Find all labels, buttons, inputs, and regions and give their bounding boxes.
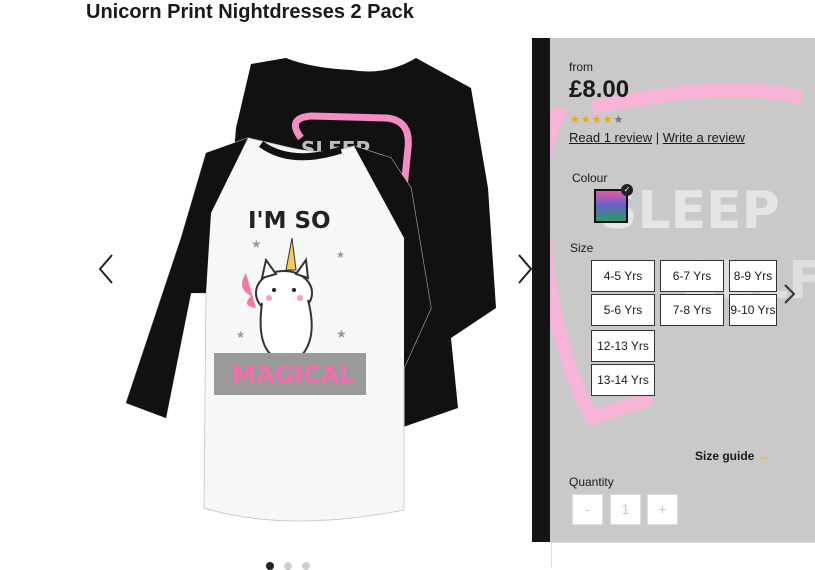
quantity-increase-button[interactable]: +: [647, 494, 678, 525]
gallery-dot[interactable]: [266, 562, 274, 570]
star-icon: ★: [570, 114, 580, 126]
rating-stars: ★ ★ ★ ★ ★: [570, 115, 623, 126]
arrow-right-icon: →: [757, 449, 770, 463]
size-label: Size: [570, 241, 594, 255]
price: £8.00: [569, 76, 630, 103]
chevron-left-icon: [98, 254, 113, 284]
quantity-decrease-button[interactable]: -: [572, 494, 603, 525]
size-guide-label: Size guide: [695, 449, 755, 463]
size-option[interactable]: 7-8 Yrs: [660, 294, 724, 326]
size-option[interactable]: 5-6 Yrs: [591, 294, 655, 326]
check-icon: ✓: [621, 184, 633, 196]
product-image: SLEEP I'M SO MAGICAL ★★ ★ ★: [125, 58, 496, 522]
svg-text:★: ★: [251, 237, 262, 251]
size-option[interactable]: 6-7 Yrs: [660, 260, 724, 292]
size-option[interactable]: 4-5 Yrs: [591, 260, 655, 292]
colour-label: Colour: [572, 171, 608, 185]
front-nightdress: I'M SO MAGICAL ★ ★ ★ ★: [125, 137, 432, 522]
gallery-dot[interactable]: [302, 562, 310, 570]
star-icon: ★: [602, 114, 613, 126]
review-links: Read 1 review | Write a review: [569, 130, 745, 145]
svg-text:★: ★: [336, 327, 347, 341]
star-empty-icon: ★: [613, 114, 624, 126]
size-option[interactable]: 9-10 Yrs: [729, 294, 777, 326]
quantity-input[interactable]: 1: [610, 494, 641, 525]
size-scroll-next-button[interactable]: [778, 276, 802, 312]
gallery-dot[interactable]: [284, 562, 292, 570]
read-reviews-link[interactable]: Read 1 review: [569, 130, 652, 145]
star-icon: ★: [580, 114, 591, 126]
panel-edge: [532, 38, 550, 542]
svg-text:★: ★: [336, 250, 345, 261]
price-from-label: from: [569, 60, 593, 74]
size-option[interactable]: 13-14 Yrs: [591, 364, 655, 396]
product-gallery: SLEEP I'M SO MAGICAL ★ ★ ★ ★: [86, 38, 533, 570]
size-guide-link[interactable]: Size guide →: [695, 449, 770, 463]
size-option[interactable]: 8-9 Yrs: [729, 260, 777, 292]
front-print-top: I'M SO: [248, 208, 331, 234]
svg-text:★: ★: [236, 330, 245, 341]
write-review-link[interactable]: Write a review: [663, 130, 745, 145]
review-separator: |: [655, 130, 660, 145]
product-title: Unicorn Print Nightdresses 2 Pack: [86, 1, 414, 23]
quantity-label: Quantity: [569, 475, 614, 489]
gallery-dots: [266, 562, 310, 570]
gallery-prev-button[interactable]: [92, 249, 122, 289]
chevron-right-icon: [784, 284, 796, 304]
size-option[interactable]: 12-13 Yrs: [591, 330, 655, 362]
star-icon: ★: [591, 114, 602, 126]
panel-footer: [551, 542, 815, 567]
front-print-bottom: MAGICAL: [232, 361, 355, 389]
